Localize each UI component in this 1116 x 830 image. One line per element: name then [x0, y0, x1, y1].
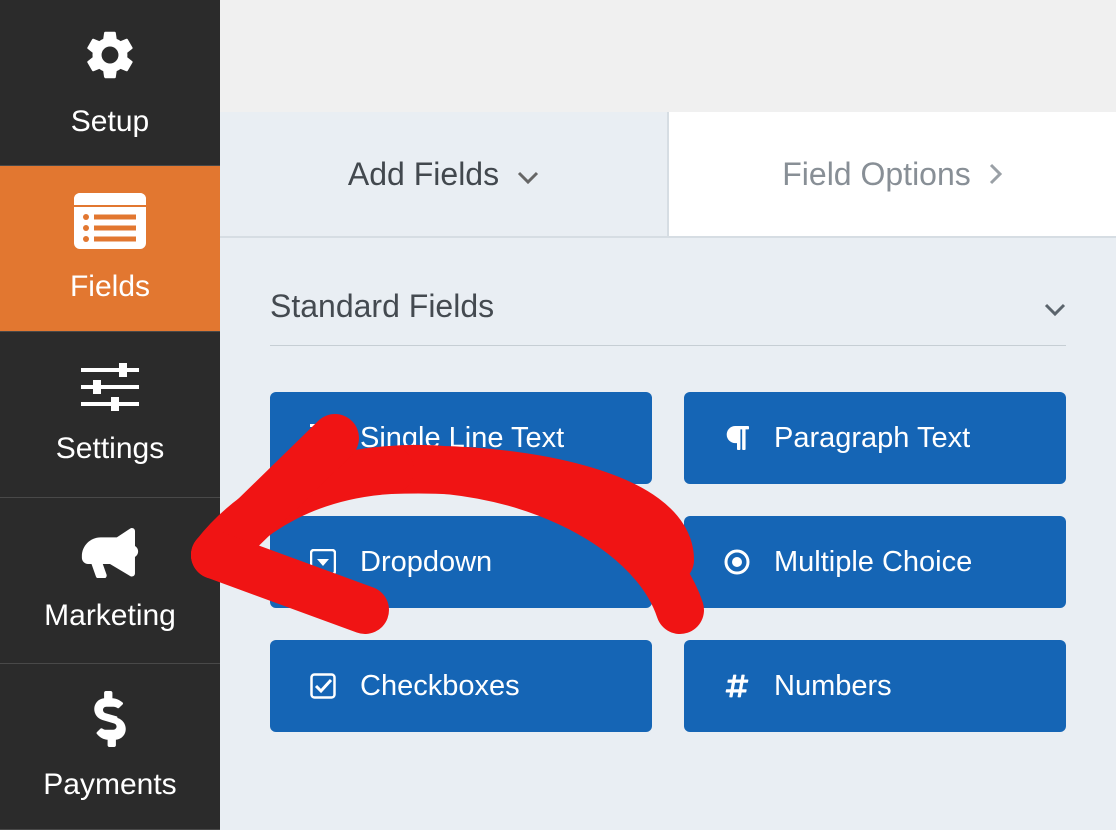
- top-bar-spacer: [220, 0, 1116, 112]
- paragraph-icon: [722, 424, 752, 452]
- sidebar-item-label: Payments: [43, 768, 176, 802]
- sidebar-item-marketing[interactable]: Marketing: [0, 498, 220, 664]
- check-square-icon: [308, 673, 338, 699]
- field-label: Multiple Choice: [774, 546, 972, 579]
- gear-icon: [81, 26, 139, 89]
- field-label: Dropdown: [360, 546, 492, 579]
- tab-field-options[interactable]: Field Options: [667, 112, 1116, 236]
- fields-panel: Standard Fields Single Line Text Paragra…: [220, 238, 1116, 830]
- sidebar: Setup Fields Settings Marketing Payments: [0, 0, 220, 830]
- main-area: Add Fields Field Options Standard Fields: [220, 0, 1116, 830]
- tab-label: Field Options: [782, 156, 971, 193]
- sliders-icon: [81, 363, 139, 416]
- bullhorn-icon: [81, 528, 139, 583]
- sidebar-item-settings[interactable]: Settings: [0, 332, 220, 498]
- chevron-right-icon: [989, 156, 1003, 193]
- field-paragraph-text[interactable]: Paragraph Text: [684, 392, 1066, 484]
- tab-label: Add Fields: [348, 156, 499, 193]
- dollar-icon: [93, 691, 127, 752]
- tab-add-fields[interactable]: Add Fields: [220, 112, 667, 236]
- field-single-line-text[interactable]: Single Line Text: [270, 392, 652, 484]
- section-standard-fields[interactable]: Standard Fields: [270, 288, 1066, 346]
- field-multiple-choice[interactable]: Multiple Choice: [684, 516, 1066, 608]
- field-numbers[interactable]: Numbers: [684, 640, 1066, 732]
- field-label: Checkboxes: [360, 670, 520, 703]
- text-cursor-icon: [308, 424, 338, 452]
- caret-square-down-icon: [308, 549, 338, 575]
- field-label: Numbers: [774, 670, 892, 703]
- radio-dot-icon: [722, 549, 752, 575]
- hash-icon: [722, 673, 752, 699]
- chevron-down-icon: [517, 156, 539, 193]
- sidebar-item-label: Settings: [56, 432, 164, 466]
- section-title: Standard Fields: [270, 288, 494, 325]
- field-dropdown[interactable]: Dropdown: [270, 516, 652, 608]
- sidebar-item-payments[interactable]: Payments: [0, 664, 220, 830]
- sidebar-item-fields[interactable]: Fields: [0, 166, 220, 332]
- sidebar-item-setup[interactable]: Setup: [0, 0, 220, 166]
- sidebar-item-label: Fields: [70, 270, 150, 304]
- field-grid: Single Line Text Paragraph Text Dropdown…: [270, 392, 1066, 732]
- sidebar-item-label: Setup: [71, 105, 149, 139]
- chevron-down-icon: [1044, 288, 1066, 325]
- field-label: Single Line Text: [360, 422, 564, 455]
- list-form-icon: [74, 193, 146, 254]
- field-label: Paragraph Text: [774, 422, 970, 455]
- sidebar-item-label: Marketing: [44, 599, 176, 633]
- tabs: Add Fields Field Options: [220, 112, 1116, 238]
- field-checkboxes[interactable]: Checkboxes: [270, 640, 652, 732]
